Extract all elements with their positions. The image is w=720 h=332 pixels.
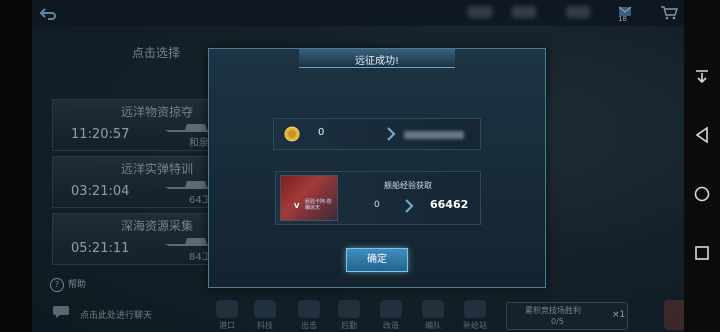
back-triangle-icon[interactable] xyxy=(693,126,711,144)
ship-rank: V xyxy=(294,202,300,210)
confirm-button[interactable]: 确定 xyxy=(346,248,408,272)
home-circle-icon[interactable] xyxy=(693,185,711,203)
reward-value: 0 xyxy=(318,127,325,138)
redacted-value xyxy=(404,131,464,139)
ship-exp-row: V 经验卡阿-防胸派天 舰船经验获取 0 66462 xyxy=(275,171,481,225)
collapse-down-icon[interactable] xyxy=(693,68,711,86)
reward-row: 0 xyxy=(273,118,481,150)
exp-label: 舰船经验获取 xyxy=(384,181,432,190)
exp-new-value: 66462 xyxy=(430,198,469,211)
android-nav-bar xyxy=(684,0,720,332)
ship-name: 经验卡阿-防胸派天 xyxy=(305,199,332,211)
recents-square-icon[interactable] xyxy=(693,244,711,262)
gold-coin-icon xyxy=(284,126,300,142)
exp-old-value: 0 xyxy=(374,200,380,210)
ship-portrait: V 经验卡阿-防胸派天 xyxy=(280,175,338,221)
expedition-result-dialog: 远征成功! 0 V 经验卡阿-防胸派天 舰船经验获取 0 66462 确定 xyxy=(208,48,546,288)
chevron-right-icon xyxy=(405,199,414,213)
chevron-right-icon xyxy=(387,127,396,141)
left-edge xyxy=(0,0,32,332)
dialog-title: 远征成功! xyxy=(354,56,399,67)
